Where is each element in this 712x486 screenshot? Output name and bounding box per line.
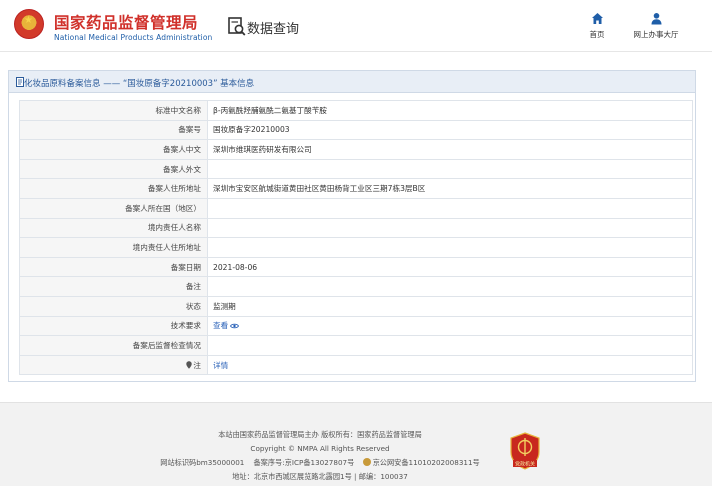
- record-info-table: 标准中文名称 β-丙氨酰羟脯氨酰二氨基丁酸苄胺 备案号 国妆原备字2021000…: [19, 100, 693, 376]
- table-row: 境内责任人住所地址: [19, 237, 693, 258]
- eye-icon[interactable]: [230, 323, 240, 329]
- nav-home[interactable]: 首页: [583, 12, 611, 40]
- footer-copyright: Copyright © NMPA All Rights Reserved: [250, 444, 390, 453]
- row-value: β-丙氨酰羟脯氨酰二氨基丁酸苄胺: [207, 100, 693, 121]
- home-icon: [591, 13, 603, 24]
- table-row: 备案人住所地址 深圳市宝安区航城街道黄田社区黄田杨背工业区三期7栋3层B区: [19, 178, 693, 199]
- row-label: 备案日期: [19, 256, 208, 278]
- row-label: 境内责任人住所地址: [19, 237, 208, 258]
- table-row: 技术要求 查看: [19, 315, 693, 337]
- panel-title: 化妆品原料备案信息 —— “国妆原备字20210003” 基本信息: [24, 79, 255, 89]
- footer-registrations: 网站标识码bm35000001 备案序号:京ICP备13027807号 京公网安…: [0, 458, 640, 468]
- row-label: 注: [193, 360, 201, 370]
- footer-address: 地址：北京市西城区展览路北露园1号 | 邮编：100037: [232, 472, 408, 481]
- user-icon: [651, 13, 661, 25]
- row-label: 标准中文名称: [19, 100, 208, 121]
- table-row: 备案号 国妆原备字20210003: [19, 119, 693, 141]
- record-info-panel: 化妆品原料备案信息 —— “国妆原备字20210003” 基本信息 标准中文名称…: [8, 70, 696, 382]
- nav-online-hall-label: 网上办事大厅: [633, 30, 679, 39]
- data-query-title[interactable]: 数据查询: [247, 18, 299, 37]
- table-row: 状态 监测期: [19, 295, 693, 317]
- row-value: [207, 217, 693, 239]
- row-value: 监测期: [207, 295, 693, 317]
- badge-text: 党政机关: [515, 461, 535, 468]
- row-label: 备注: [19, 276, 208, 297]
- row-label: 技术要求: [19, 315, 208, 337]
- row-value: 深圳市维琪医药研发有限公司: [207, 139, 693, 160]
- org-name-cn[interactable]: 国家药品监督管理局: [54, 11, 198, 33]
- site-footer: 本站由国家药品监督管理局主办 版权所有：国家药品监督管理局 Copyright …: [0, 402, 712, 486]
- nav-home-label: 首页: [589, 30, 605, 39]
- row-value: 国妆原备字20210003: [207, 119, 693, 141]
- footer-sponsor: 本站由国家药品监督管理局主办 版权所有：国家药品监督管理局: [218, 430, 422, 439]
- row-label: 备案人所在国（地区）: [19, 197, 208, 219]
- footer-police-record[interactable]: 京公网安备11010202008311号: [373, 458, 480, 467]
- panel-header: 化妆品原料备案信息 —— “国妆原备字20210003” 基本信息: [9, 71, 695, 93]
- row-label: 境内责任人名称: [19, 217, 208, 239]
- footer-icp[interactable]: 备案序号:京ICP备13027807号: [253, 458, 354, 467]
- table-row: 备案人所在国（地区）: [19, 197, 693, 219]
- nav-online-hall[interactable]: 网上办事大厅: [628, 12, 684, 40]
- police-badge-icon: [362, 458, 371, 466]
- row-label: 备案人住所地址: [19, 178, 208, 199]
- note-label-cell: 注: [19, 354, 208, 376]
- row-value: [207, 158, 693, 180]
- national-emblem-logo[interactable]: ★: [14, 9, 44, 39]
- row-value: [207, 335, 693, 356]
- document-icon: [16, 77, 24, 87]
- note-value-cell: 详情: [207, 354, 693, 376]
- footer-site-code: 网站标识码bm35000001: [160, 458, 245, 467]
- view-tech-req-link[interactable]: 查看: [213, 321, 228, 330]
- row-label: 备案人外文: [19, 158, 208, 180]
- row-label: 备案人中文: [19, 139, 208, 160]
- table-row: 标准中文名称 β-丙氨酰羟脯氨酰二氨基丁酸苄胺: [19, 100, 693, 121]
- details-link[interactable]: 详情: [213, 361, 228, 370]
- party-government-badge-icon[interactable]: 党政机关: [509, 432, 541, 470]
- row-label: 状态: [19, 295, 208, 317]
- org-name-en[interactable]: National Medical Products Administration: [54, 33, 212, 42]
- row-value: 深圳市宝安区航城街道黄田社区黄田杨背工业区三期7栋3层B区: [207, 178, 693, 199]
- table-row: 备注: [19, 276, 693, 297]
- table-row: 备案日期 2021-08-06: [19, 256, 693, 278]
- data-search-icon[interactable]: [228, 17, 246, 37]
- row-label: 备案号: [19, 119, 208, 141]
- row-value: [207, 237, 693, 258]
- row-value: [207, 276, 693, 297]
- table-row: 备案人中文 深圳市维琪医药研发有限公司: [19, 139, 693, 160]
- table-row: 境内责任人名称: [19, 217, 693, 239]
- row-value: 2021-08-06: [207, 256, 693, 278]
- table-row: 备案人外文: [19, 158, 693, 180]
- site-header: ★ 国家药品监督管理局 National Medical Products Ad…: [0, 0, 712, 52]
- table-row: 注 详情: [19, 354, 693, 376]
- row-label: 备案后监督检查情况: [19, 335, 208, 356]
- table-row: 备案后监督检查情况: [19, 335, 693, 356]
- tech-req-cell: 查看: [207, 315, 693, 337]
- location-pin-icon: [186, 360, 193, 369]
- row-value: [207, 197, 693, 219]
